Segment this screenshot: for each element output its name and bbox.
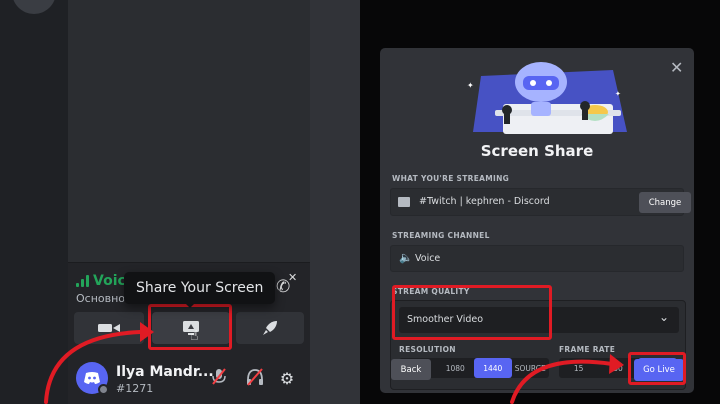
close-icon: ✕	[288, 271, 298, 284]
resolution-option[interactable]: 1080	[437, 358, 475, 378]
signal-icon	[76, 275, 89, 287]
streaming-channel-name: Voice	[415, 253, 441, 264]
close-modal-button[interactable]: ✕	[670, 58, 683, 77]
resolution-label: RESOLUTION	[399, 345, 456, 354]
server-icon[interactable]	[12, 0, 56, 14]
screen-share-modal: ✦ ✦ ✕ Screen Share WHAT YOU'RE STREAMING…	[380, 48, 694, 393]
chat-area	[310, 0, 360, 404]
clyde-illustration: ✦ ✦	[467, 62, 627, 134]
svg-text:✦: ✦	[467, 81, 474, 90]
voice-status-label: Voic	[93, 273, 126, 289]
disconnect-button[interactable]: ✆ ✕	[276, 271, 302, 299]
resolution-option-selected[interactable]: 1440	[474, 358, 512, 378]
mute-button[interactable]	[208, 368, 230, 390]
modal-title: Screen Share	[480, 142, 594, 160]
streaming-source-field: #Twitch | kephren - Discord Change	[390, 188, 691, 216]
mic-muted-icon	[212, 368, 226, 385]
activity-button[interactable]	[236, 312, 304, 344]
streaming-source-name: #Twitch | kephren - Discord	[419, 196, 550, 207]
streaming-section-label: WHAT YOU'RE STREAMING	[392, 174, 510, 183]
change-source-button[interactable]: Change	[639, 192, 691, 213]
window-icon	[398, 197, 410, 207]
highlight-box-resolution	[392, 285, 552, 340]
close-icon: ✕	[670, 58, 684, 77]
speaker-icon: 🔈	[399, 251, 413, 264]
channel-section-label: STREAMING CHANNEL	[392, 231, 490, 240]
chevron-down-icon: ⌄	[659, 310, 670, 324]
tooltip-arrow	[184, 302, 196, 308]
rocket-icon	[263, 321, 277, 335]
streaming-channel-field[interactable]: 🔈 Voice	[390, 245, 684, 272]
red-arrow-right	[510, 354, 624, 404]
settings-button[interactable]: ⚙	[276, 368, 298, 390]
gear-icon: ⚙	[279, 369, 295, 388]
back-button[interactable]: Back	[391, 359, 431, 380]
highlight-box-go-live	[628, 352, 686, 385]
voice-status[interactable]: Voic	[76, 273, 126, 289]
svg-text:✦: ✦	[615, 90, 621, 98]
voice-channel-subtitle[interactable]: Основно	[76, 292, 125, 305]
headphones-muted-icon	[247, 368, 263, 386]
hand-cursor-icon: ☝	[190, 328, 199, 344]
share-screen-tooltip: Share Your Screen	[124, 272, 276, 304]
red-arrow-left	[44, 322, 154, 404]
deafen-button[interactable]	[244, 368, 266, 390]
